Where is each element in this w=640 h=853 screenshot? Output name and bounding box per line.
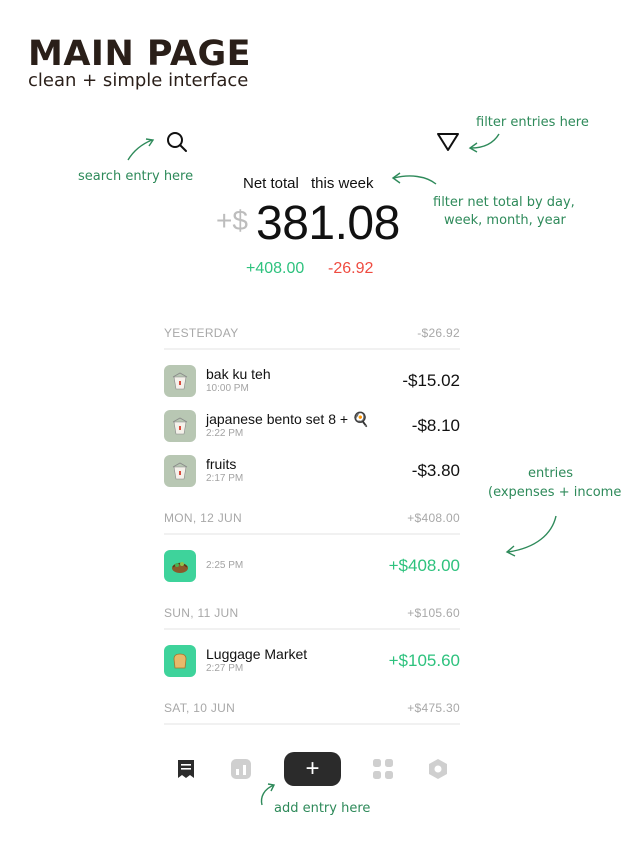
entry-time: 10:00 PM bbox=[206, 383, 249, 394]
entry-time: 2:17 PM bbox=[206, 473, 244, 484]
page-subtitle: clean + simple interface bbox=[28, 70, 249, 91]
section-date: SUN, 11 JUN bbox=[164, 606, 239, 620]
entry-time: 2:25 PM bbox=[206, 559, 244, 571]
section-total: +$475.30 bbox=[407, 701, 460, 715]
net-total-amount: 381.08 bbox=[256, 197, 400, 250]
entry-name: fruits bbox=[206, 456, 237, 472]
takeout-box-icon bbox=[164, 409, 196, 442]
annotation-entries-line2: (expenses + income bbox=[488, 485, 622, 500]
currency-sign: +$ bbox=[216, 205, 248, 236]
period-selector[interactable]: this week bbox=[311, 175, 374, 192]
entry-row[interactable]: fruits 2:17 PM -$3.80 bbox=[164, 448, 460, 493]
entry-amount: +$105.60 bbox=[388, 650, 460, 670]
filter-icon[interactable] bbox=[435, 129, 461, 155]
income-total: +408.00 bbox=[246, 260, 305, 277]
section-date: YESTERDAY bbox=[164, 326, 239, 340]
bread-icon bbox=[164, 644, 196, 677]
annotation-period-line2: week, month, year bbox=[444, 213, 566, 228]
entry-row[interactable]: Luggage Market 2:27 PM +$105.60 bbox=[164, 638, 460, 683]
section-header: MON, 12 JUN +$408.00 bbox=[164, 503, 460, 535]
entries-list: YESTERDAY -$26.92 bak ku teh 10:00 PM -$15.0… bbox=[164, 318, 460, 733]
entry-row[interactable]: 2:25 PM +$408.00 bbox=[164, 543, 460, 588]
entry-time: 2:22 PM bbox=[206, 428, 244, 439]
bottom-nav: + bbox=[164, 748, 460, 790]
entry-amount: -$8.10 bbox=[411, 415, 460, 435]
section-total: +$105.60 bbox=[407, 606, 460, 620]
settings-icon[interactable] bbox=[427, 758, 449, 780]
entry-amount: -$15.02 bbox=[402, 370, 460, 390]
annotation-add: add entry here bbox=[274, 801, 371, 816]
section-header: YESTERDAY -$26.92 bbox=[164, 318, 460, 350]
section-header: SAT, 10 JUN +$475.30 bbox=[164, 693, 460, 725]
stats-icon[interactable] bbox=[230, 758, 252, 780]
section-header: SUN, 11 JUN +$105.60 bbox=[164, 598, 460, 630]
annotation-entries-line1: entries bbox=[528, 466, 574, 481]
annotation-period-line1: filter net total by day, bbox=[433, 195, 575, 210]
entry-meta: japanese bento set 8 + 🍳 2:22 PM bbox=[206, 411, 412, 440]
basket-icon bbox=[164, 549, 196, 582]
entry-meta: 2:25 PM bbox=[206, 560, 389, 572]
arrow-entries-icon bbox=[505, 515, 557, 557]
entry-row[interactable]: bak ku teh 10:00 PM -$15.02 bbox=[164, 358, 460, 403]
takeout-box-icon bbox=[164, 454, 196, 487]
section-date: SAT, 10 JUN bbox=[164, 701, 236, 715]
search-icon[interactable] bbox=[164, 129, 190, 155]
section-date: MON, 12 JUN bbox=[164, 511, 242, 525]
entry-time: 2:27 PM bbox=[206, 663, 244, 674]
entry-meta: fruits 2:17 PM bbox=[206, 456, 412, 485]
expense-total: -26.92 bbox=[328, 260, 374, 277]
entry-amount: +$408.00 bbox=[388, 555, 460, 575]
entry-row[interactable]: japanese bento set 8 + 🍳 2:22 PM -$8.10 bbox=[164, 403, 460, 448]
entry-meta: Luggage Market 2:27 PM bbox=[206, 646, 389, 675]
annotation-search: search entry here bbox=[78, 169, 194, 184]
takeout-box-icon bbox=[164, 364, 196, 397]
arrow-filter-icon bbox=[468, 133, 500, 153]
section-total: +$408.00 bbox=[407, 511, 460, 525]
entry-name: bak ku teh bbox=[206, 366, 271, 382]
transactions-icon[interactable] bbox=[175, 758, 197, 780]
entry-name: japanese bento set 8 + 🍳 bbox=[206, 411, 370, 427]
entry-name: Luggage Market bbox=[206, 646, 308, 662]
arrow-search-icon bbox=[127, 138, 155, 161]
entry-amount: -$3.80 bbox=[411, 460, 460, 480]
categories-icon[interactable] bbox=[372, 758, 394, 780]
entry-meta: bak ku teh 10:00 PM bbox=[206, 366, 402, 395]
net-total-label: Net total bbox=[243, 175, 299, 192]
add-entry-button[interactable]: + bbox=[284, 752, 341, 786]
section-total: -$26.92 bbox=[417, 326, 460, 340]
page-title: MAIN PAGE bbox=[28, 34, 252, 74]
arrow-period-icon bbox=[391, 172, 437, 185]
